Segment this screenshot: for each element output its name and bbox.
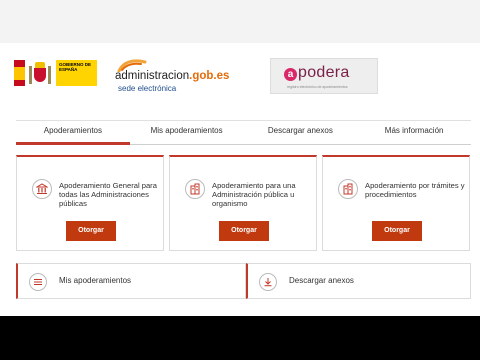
descargar-anexos-link[interactable]: Descargar anexos [246,263,471,299]
tab-apoderamientos[interactable]: Apoderamientos [16,121,130,145]
institution-icon [32,179,52,199]
otorgar-button[interactable]: Otorgar [66,221,116,241]
mis-apoderamientos-link[interactable]: Mis apoderamientos [16,263,246,299]
coat-of-arms-icon [29,60,51,86]
spain-flag-icon [14,60,25,86]
admin-logo-domain: .gob.es [189,70,230,82]
tab-mis-apoderamientos[interactable]: Mis apoderamientos [130,121,244,144]
administracion-gob-logo[interactable]: administracion.gob.es sede electrónica [115,58,255,94]
tab-bar: Apoderamientos Mis apoderamientos Descar… [16,120,471,145]
card-apoderamiento-organismo: Apoderamiento para una Administración pú… [169,155,317,251]
admin-logo-main: administracion [115,70,190,82]
apodera-logo-word: podera [298,64,350,81]
gobierno-espana-logo[interactable]: GOBIERNO DE ESPAÑA [14,60,97,86]
card-text: Apoderamiento por trámites y procedimien… [365,181,465,200]
otorgar-button[interactable]: Otorgar [219,221,269,241]
building-icon [185,179,205,199]
download-icon [259,273,277,291]
otorgar-button[interactable]: Otorgar [372,221,422,241]
card-text: Apoderamiento para una Administración pú… [212,181,296,209]
admin-logo-subtitle: sede electrónica [118,84,177,93]
page: GOBIERNO DE ESPAÑA administracion.gob.es… [0,0,480,316]
card-text: Apoderamiento General para todas las Adm… [59,181,157,209]
top-bar [0,0,480,43]
card-apoderamiento-general: Apoderamiento General para todas las Adm… [16,155,164,251]
link-label: Mis apoderamientos [59,276,132,285]
list-icon [29,273,47,291]
tab-mas-informacion[interactable]: Más información [357,121,471,144]
apodera-logo[interactable]: a podera registro electrónico de apodera… [270,58,378,94]
apodera-logo-letter: a [284,68,297,81]
tab-descargar-anexos[interactable]: Descargar anexos [244,121,358,144]
card-apoderamiento-tramites: Apoderamiento por trámites y procedimien… [322,155,470,251]
link-label: Descargar anexos [289,276,354,285]
building-icon [338,179,358,199]
apodera-logo-tagline: registro electrónico de apoderamientos [287,85,348,89]
gobierno-logo-text: GOBIERNO DE ESPAÑA [56,60,97,86]
